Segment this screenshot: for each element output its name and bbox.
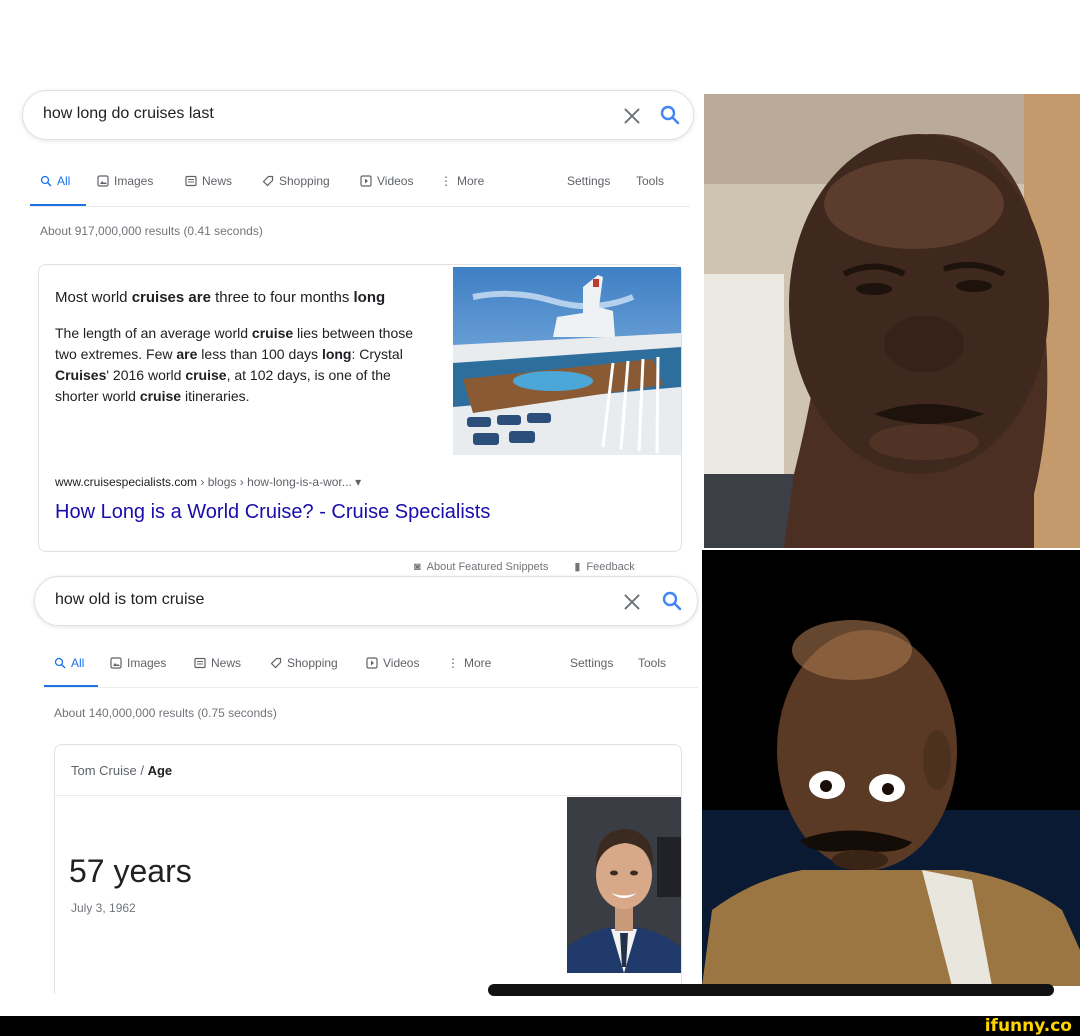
tab-images[interactable]: Images (110, 656, 166, 670)
tab-label: Shopping (287, 656, 338, 670)
tab-label: All (57, 174, 71, 188)
tab-label: News (202, 174, 233, 188)
video-icon (360, 175, 372, 187)
video-progress-bar[interactable] (488, 984, 1054, 996)
tab-shopping[interactable]: Shopping (262, 174, 330, 188)
text-part: itineraries. (181, 388, 250, 404)
clear-search-icon[interactable] (621, 105, 643, 127)
tab-news[interactable]: News (185, 174, 232, 188)
text-bold: cruise (185, 367, 227, 383)
search-box-2[interactable]: how old is tom cruise (34, 576, 698, 626)
tools-link[interactable]: Tools (636, 174, 664, 188)
search-icon[interactable] (661, 590, 683, 612)
text-part: less than 100 days (197, 346, 322, 362)
tab-videos[interactable]: Videos (360, 174, 413, 188)
person-portrait[interactable] (567, 797, 681, 973)
tab-label: Videos (383, 656, 420, 670)
snippet-heading: Most world cruises are three to four mon… (55, 289, 385, 306)
search-icon (40, 175, 52, 187)
image-icon (97, 175, 109, 187)
age-answer: 57 years (69, 853, 192, 889)
text-bold: long (321, 346, 352, 362)
tab-more[interactable]: ⋮ More (447, 656, 491, 670)
ifunny-watermark: ifunny.co (984, 1016, 1072, 1036)
tabs-divider (44, 687, 698, 688)
tab-label: More (457, 174, 485, 188)
cite-path[interactable]: › blogs › how-long-is-a-wor... ▾ (197, 475, 361, 489)
search-box-1[interactable]: how long do cruises last (22, 90, 694, 140)
knowledge-attribute: Age (147, 763, 173, 778)
tab-label: Shopping (279, 174, 330, 188)
knowledge-divider (55, 795, 681, 796)
tab-all[interactable]: All (40, 174, 70, 188)
tab-news[interactable]: News (194, 656, 241, 670)
feedback-icon: ▮ (574, 561, 581, 573)
settings-link[interactable]: Settings (570, 656, 613, 670)
cite-domain: www.cruisespecialists.com (55, 475, 198, 489)
tab-label: All (71, 656, 85, 670)
text-part: : Crystal (351, 346, 403, 362)
tag-icon (270, 657, 282, 669)
news-icon (194, 657, 206, 669)
text-part: ' 2016 world (106, 367, 186, 383)
search-tabs-2: All Images News Shopping Videos ⋮ More S… (54, 650, 694, 680)
tools-link[interactable]: Tools (638, 656, 666, 670)
search-icon[interactable] (659, 104, 681, 126)
text-part: The length of an average world (55, 325, 252, 341)
tab-label: More (464, 656, 492, 670)
knowledge-breadcrumb: Tom Cruise / Age (71, 763, 172, 778)
news-icon (185, 175, 197, 187)
image-icon (110, 657, 122, 669)
settings-link[interactable]: Settings (567, 174, 610, 188)
result-stats-1: About 917,000,000 results (0.41 seconds) (40, 224, 263, 238)
feedback-link[interactable]: Feedback (586, 561, 634, 573)
tab-label: Videos (377, 174, 414, 188)
tag-icon (262, 175, 274, 187)
featured-snippet-card: Most world cruises are three to four mon… (38, 264, 682, 552)
info-icon: ◙ (414, 560, 421, 573)
tab-shopping[interactable]: Shopping (270, 656, 338, 670)
text-bold: cruise (139, 388, 182, 404)
text-bold: long (353, 289, 386, 306)
more-vert-icon: ⋮ (440, 174, 452, 188)
text-bold: cruises are (131, 289, 211, 306)
video-icon (366, 657, 378, 669)
snippet-footer: ◙ About Featured Snippets ▮ Feedback (414, 560, 635, 574)
search-query-1[interactable]: how long do cruises last (43, 105, 214, 123)
more-vert-icon: ⋮ (447, 656, 459, 670)
birth-date: July 3, 1962 (71, 901, 136, 915)
watermark-bar: ifunny.co (0, 1016, 1080, 1036)
tab-label: Images (127, 656, 167, 670)
tab-all[interactable]: All (54, 656, 84, 670)
knowledge-subject[interactable]: Tom Cruise (71, 763, 137, 778)
search-query-2[interactable]: how old is tom cruise (55, 591, 204, 609)
shocked-man-photo (702, 550, 1080, 986)
result-cite: www.cruisespecialists.com › blogs › how-… (55, 475, 361, 489)
tab-videos[interactable]: Videos (366, 656, 419, 670)
result-stats-2: About 140,000,000 results (0.75 seconds) (54, 706, 277, 720)
text-part: three to four months (210, 289, 354, 306)
text-bold: cruise (251, 325, 294, 341)
result-title-link[interactable]: How Long is a World Cruise? - Cruise Spe… (55, 501, 490, 524)
tab-label: News (211, 656, 242, 670)
tab-label: Images (114, 174, 154, 188)
search-icon (54, 657, 66, 669)
text-part: Most world (55, 289, 132, 306)
about-featured-snippets-link[interactable]: About Featured Snippets (427, 561, 549, 573)
snippet-body: The length of an average world cruise li… (55, 323, 435, 407)
crying-man-photo (704, 94, 1080, 548)
breadcrumb-separator: / (136, 763, 148, 778)
clear-search-icon[interactable] (621, 591, 643, 613)
text-bold: Cruises (55, 367, 107, 383)
text-bold: are (176, 346, 198, 362)
search-tabs-1: All Images News Shopping Videos ⋮ More S… (40, 168, 690, 198)
tab-images[interactable]: Images (97, 174, 153, 188)
tab-more[interactable]: ⋮ More (440, 174, 484, 188)
tabs-divider (30, 206, 690, 207)
knowledge-card: Tom Cruise / Age 57 years July 3, 1962 (54, 744, 682, 994)
cruise-ship-photo[interactable] (453, 267, 681, 455)
